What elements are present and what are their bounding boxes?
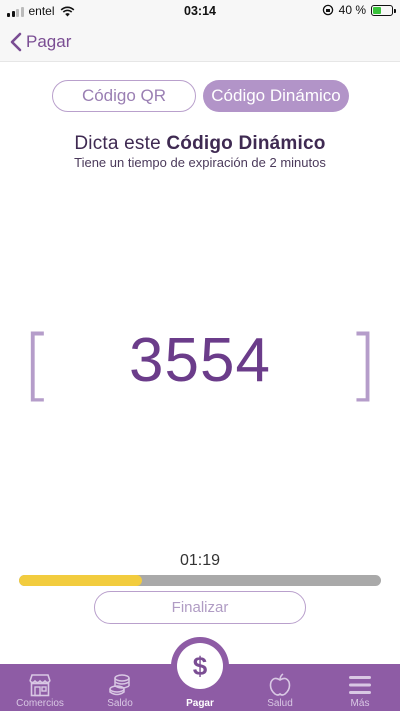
tab-codigo-dinamico[interactable]: Código Dinámico [203,80,349,112]
tab-pagar-label: Pagar [186,698,214,709]
apple-icon [269,673,291,696]
dollar-icon: $ [177,643,223,689]
instruction-prefix: Dicta este [74,133,167,154]
menu-icon [349,676,371,694]
dynamic-code: 3554 [129,326,271,395]
pay-button[interactable]: $ [171,637,229,695]
coins-icon [109,674,130,696]
tab-comercios-label: Comercios [16,698,64,709]
battery-percent: 40 % [338,3,366,17]
expiration-note: Tiene un tiempo de expiración de 2 minut… [74,155,326,170]
tab-mas[interactable]: Más [320,664,400,711]
expiration-progress-bar [19,575,381,586]
progress-fill [19,575,143,586]
tab-mas-label: Más [350,698,370,709]
nav-bar: Pagar [0,22,400,62]
tab-salud-label: Salud [267,698,293,709]
tab-saldo-label: Saldo [107,698,133,709]
orientation-lock-icon [322,4,333,16]
store-icon [29,674,51,697]
battery-icon [371,4,396,16]
status-bar: entel 03:14 40 % [0,0,400,22]
right-bracket: ] [347,320,378,410]
tab-comercios[interactable]: Comercios [0,664,80,711]
back-button[interactable]: Pagar [10,28,71,56]
finish-button[interactable]: Finalizar [94,591,306,624]
tab-salud[interactable]: Salud [240,664,320,711]
instruction-emphasis: Código Dinámico [166,133,326,154]
countdown-timer: 01:19 [179,552,221,569]
tab-codigo-qr[interactable]: Código QR [52,80,196,112]
chevron-left-icon [10,32,22,52]
tab-saldo[interactable]: Saldo [80,664,160,711]
back-label: Pagar [26,32,72,51]
status-right: 40 % [322,3,396,17]
instruction-heading: Dicta este Código Dinámico [0,133,400,155]
